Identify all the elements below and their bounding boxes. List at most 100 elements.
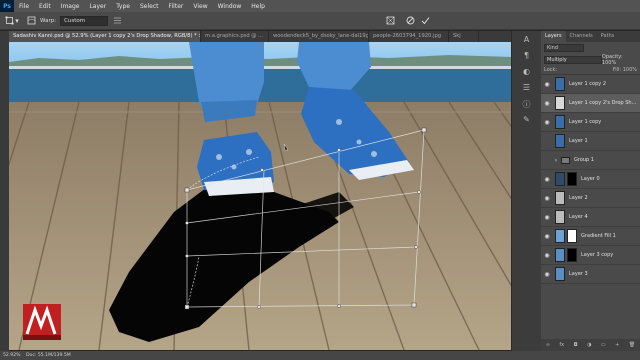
tool-preset-dropdown-icon[interactable]: ▾ — [14, 16, 20, 26]
menu-file[interactable]: File — [14, 3, 34, 10]
layer-name: Layer 1 copy 2's Drop Sh... — [569, 100, 637, 106]
layer-mask-thumbnail[interactable] — [567, 229, 577, 243]
visibility-eye-icon[interactable]: ◉ — [541, 195, 553, 202]
tab-skj[interactable]: Skj — [449, 31, 479, 42]
layer-thumbnail — [555, 210, 565, 224]
menu-select[interactable]: Select — [135, 3, 164, 10]
visibility-eye-icon[interactable]: ◉ — [541, 176, 553, 183]
layers-panel-footer: ∞ fx ◘ ◑ ▭ + 🗑 — [541, 339, 640, 351]
toggle-warp-icon[interactable] — [385, 16, 395, 26]
layer-row[interactable]: ◉ Layer 0 — [541, 170, 640, 189]
lock-label: Lock: — [544, 66, 558, 73]
menu-edit[interactable]: Edit — [34, 3, 56, 10]
menu-image[interactable]: Image — [56, 3, 85, 10]
menu-layer[interactable]: Layer — [84, 3, 111, 10]
new-group-icon[interactable]: ▭ — [601, 342, 606, 348]
commit-transform-icon[interactable] — [420, 16, 430, 26]
layer-row[interactable]: ◉ Layer 2 — [541, 189, 640, 208]
folder-icon — [561, 156, 570, 164]
layer-thumbnail — [555, 191, 565, 205]
tab-ma-graphics[interactable]: m.a.graphics.psd @ ... — [201, 31, 269, 42]
menu-help[interactable]: Help — [246, 3, 270, 10]
tab-channels[interactable]: Channels — [566, 31, 597, 42]
layer-thumbnail — [555, 248, 565, 262]
brush-panel-icon[interactable]: ✎ — [518, 115, 536, 127]
layer-thumbnail — [555, 267, 565, 281]
layer-row[interactable]: ◉ Layer 3 copy — [541, 246, 640, 265]
layer-name: Layer 3 copy — [581, 252, 614, 258]
transform-tool-icon[interactable] — [4, 16, 14, 26]
status-bar: 52.92% Doc: 55.1M/139.5M — [0, 351, 640, 360]
layer-thumbnail — [555, 229, 565, 243]
document-canvas[interactable] — [9, 42, 511, 350]
layer-name: Layer 4 — [569, 214, 588, 220]
group-expand-icon[interactable]: › — [553, 157, 559, 164]
layer-thumbnail — [555, 172, 565, 186]
tools-panel — [0, 31, 9, 351]
character-panel-icon[interactable]: A — [518, 35, 536, 47]
layer-name: Group 1 — [574, 157, 594, 163]
layer-row[interactable]: ◉ Layer 1 copy 2 — [541, 75, 640, 94]
layer-row[interactable]: Layer 1 — [541, 132, 640, 151]
visibility-eye-icon[interactable]: ◉ — [541, 214, 553, 221]
canvas-image — [9, 42, 511, 350]
visibility-eye-icon[interactable]: ◉ — [541, 119, 553, 126]
layers-panel: Layers Channels Paths Kind Multiply Opac… — [541, 31, 640, 351]
adjustment-layer-icon[interactable]: ◑ — [587, 342, 591, 348]
tab-layers[interactable]: Layers — [541, 31, 566, 42]
menu-window[interactable]: Window — [213, 3, 247, 10]
layer-row[interactable]: ◉ Layer 1 copy — [541, 113, 640, 132]
visibility-eye-icon[interactable]: ◉ — [541, 271, 553, 278]
photoshop-logo: Ps — [0, 0, 14, 12]
layer-name: Layer 2 — [569, 195, 588, 201]
fill-field[interactable]: Fill: 100% — [613, 67, 637, 73]
layer-row[interactable]: ◉ Layer 3 — [541, 265, 640, 284]
layer-row[interactable]: ◉ Gradient Fill 1 — [541, 227, 640, 246]
options-bar: ▾ Warp: Custom — [0, 12, 640, 30]
zoom-level[interactable]: 52.92% — [0, 353, 26, 358]
doc-size: Doc: 55.1M/139.5M — [26, 353, 71, 358]
menu-type[interactable]: Type — [111, 3, 135, 10]
layer-thumbnail — [555, 96, 565, 110]
warp-select[interactable]: Custom — [60, 15, 109, 26]
layer-row[interactable]: ◉ Layer 4 — [541, 208, 640, 227]
panel-icon-strip: A ¶ ◐ ☰ ⓘ ✎ — [511, 31, 541, 351]
add-mask-icon[interactable]: ◘ — [574, 342, 578, 348]
visibility-eye-icon[interactable]: ◉ — [541, 252, 553, 259]
kind-filter-select[interactable]: Kind — [544, 44, 584, 52]
warp-toggle-icon[interactable] — [26, 16, 36, 26]
tab-sadashiv-kanni[interactable]: Sadashiv Kanni.psd @ 52.9% (Layer 1 copy… — [9, 31, 201, 42]
layer-mask-thumbnail[interactable] — [567, 172, 577, 186]
tab-woodendeck[interactable]: woodendeck5_by_dsoky_lane-dal19gh.jpeg — [269, 31, 369, 42]
tab-paths[interactable]: Paths — [597, 31, 619, 42]
layer-style-icon[interactable]: fx — [559, 342, 564, 348]
layer-thumbnail — [555, 115, 565, 129]
menu-filter[interactable]: Filter — [164, 3, 189, 10]
new-layer-icon[interactable]: + — [615, 342, 619, 348]
blend-row: Multiply Opacity: 100% — [541, 54, 640, 66]
adjustments-panel-icon[interactable]: ◐ — [518, 67, 536, 79]
warp-orientation-icon[interactable] — [112, 16, 122, 26]
layer-row-selected[interactable]: ◉ Layer 1 copy 2's Drop Sh... — [541, 94, 640, 113]
opacity-field[interactable]: Opacity: 100% — [602, 54, 637, 66]
delete-layer-icon[interactable]: 🗑 — [629, 342, 635, 348]
tab-people[interactable]: people-2603794_1920.jpg — [369, 31, 449, 42]
properties-panel-icon[interactable]: ☰ — [518, 83, 536, 95]
group-row[interactable]: › Group 1 — [541, 151, 640, 170]
cancel-transform-icon[interactable] — [405, 16, 415, 26]
layer-thumbnail — [555, 134, 565, 148]
visibility-eye-icon[interactable]: ◉ — [541, 81, 553, 88]
menu-bar: Ps File Edit Image Layer Type Select Fil… — [0, 0, 640, 12]
layer-name: Layer 0 — [581, 176, 600, 182]
menu-view[interactable]: View — [188, 3, 212, 10]
info-panel-icon[interactable]: ⓘ — [518, 99, 536, 111]
layer-mask-thumbnail[interactable] — [567, 248, 577, 262]
paragraph-panel-icon[interactable]: ¶ — [518, 51, 536, 63]
blend-mode-select[interactable]: Multiply — [544, 55, 602, 64]
layer-thumbnail — [555, 77, 565, 91]
visibility-eye-icon[interactable]: ◉ — [541, 233, 553, 240]
document-tab-bar: Sadashiv Kanni.psd @ 52.9% (Layer 1 copy… — [9, 31, 511, 42]
visibility-eye-icon[interactable]: ◉ — [541, 100, 553, 107]
channel-logo — [23, 304, 61, 340]
link-layers-icon[interactable]: ∞ — [546, 342, 550, 348]
